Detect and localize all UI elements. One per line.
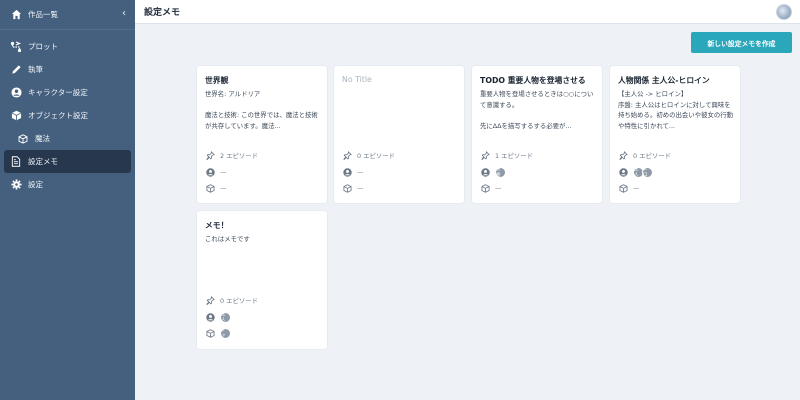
episode-row: 0 エピソード xyxy=(343,150,395,160)
character-chip[interactable]: 主人 xyxy=(220,311,231,323)
episode-row: 0 エピソード xyxy=(619,150,671,160)
gear-icon xyxy=(10,179,22,191)
cube-outline-icon xyxy=(206,183,215,193)
object-row: — xyxy=(343,183,363,193)
home-icon xyxy=(10,9,22,21)
object-row: ファ xyxy=(206,327,232,339)
character-chip[interactable]: 重要 xyxy=(495,166,506,178)
character-chip[interactable]: ヒロ xyxy=(642,166,653,178)
episode-row: 0 エピソード xyxy=(206,295,258,305)
chevron-left-icon[interactable]: ‹ xyxy=(122,8,126,19)
user-circle-icon xyxy=(343,167,352,177)
user-circle-icon xyxy=(206,312,215,322)
top-bar: 設定メモ xyxy=(135,0,800,24)
memo-card[interactable]: 世界観 世界名: アルドリア 魔法と技術: この世界では、魔法と技術が共存してい… xyxy=(197,66,327,203)
sidebar-item-label: キャラクター設定 xyxy=(28,88,88,97)
sidebar-item-label: オブジェクト設定 xyxy=(28,111,88,120)
character-list: — xyxy=(220,168,227,176)
sidebar-item-label: 執筆 xyxy=(28,65,43,74)
memo-title: 人物関係 主人公-ヒロイン xyxy=(618,76,710,85)
memo-title: メモ！ xyxy=(205,221,229,230)
pin-icon xyxy=(206,295,215,305)
episode-count: 2 エピソード xyxy=(220,151,259,160)
cube-outline-icon xyxy=(206,328,215,338)
memo-card[interactable]: No Title 0 エピソード — — xyxy=(334,66,464,203)
object-chip[interactable]: ファ xyxy=(220,327,231,339)
episode-row: 2 エピソード xyxy=(206,150,258,160)
episode-count: 0 エピソード xyxy=(220,296,259,305)
episode-count: 1 エピソード xyxy=(495,151,534,160)
sidebar-item-objects[interactable]: オブジェクト設定 xyxy=(0,104,135,127)
sidebar-item-label: プロット xyxy=(28,42,58,51)
pencil-icon xyxy=(10,64,22,76)
cube-outline-icon xyxy=(481,183,490,193)
document-icon xyxy=(10,156,22,168)
memo-card[interactable]: TODO 重要人物を登場させる 重要人物を登場させるときは○○について意識する。… xyxy=(472,66,602,203)
episode-count: 0 エピソード xyxy=(633,151,672,160)
object-list: — xyxy=(633,184,640,192)
sidebar-item-label: 設定 xyxy=(28,180,43,189)
character-list: — xyxy=(357,168,364,176)
memo-title: 世界観 xyxy=(205,76,229,85)
cube-outline-icon xyxy=(343,183,352,193)
object-row: — xyxy=(619,183,639,193)
object-list: — xyxy=(220,184,227,192)
new-memo-button[interactable]: 新しい設定メモを作成 xyxy=(691,32,792,53)
cube-outline-icon xyxy=(17,133,29,145)
object-row: — xyxy=(481,183,501,193)
user-circle-icon xyxy=(10,87,22,99)
memo-card[interactable]: メモ！ これはメモです 0 エピソード 主人 ファ xyxy=(197,211,327,349)
pin-icon xyxy=(206,150,215,160)
sidebar-item-memos[interactable]: 設定メモ xyxy=(4,150,131,173)
sidebar-item-magic[interactable]: 魔法 xyxy=(0,127,135,150)
sidebar-item-label: 魔法 xyxy=(35,134,50,143)
avatar[interactable] xyxy=(776,4,792,20)
pin-icon xyxy=(481,150,490,160)
episode-count: 0 エピソード xyxy=(357,151,396,160)
memo-body: 世界名: アルドリア 魔法と技術: この世界では、魔法と技術が共存しています。魔… xyxy=(205,90,318,130)
memo-body: これはメモです xyxy=(205,235,250,243)
pin-icon xyxy=(619,150,628,160)
character-row: 主人 ヒロ xyxy=(619,166,654,178)
memo-card[interactable]: 人物関係 主人公-ヒロイン 【主人公 -> ヒロイン】 序盤: 主人公はヒロイン… xyxy=(610,66,740,203)
sidebar-item-label: 作品一覧 xyxy=(28,10,58,19)
sidebar: 作品一覧 ‹ プロット 執筆 キャラクター設定 オブジェクト設定 魔法 設定メモ… xyxy=(0,0,135,400)
cube-outline-icon xyxy=(619,183,628,193)
user-circle-icon xyxy=(619,167,628,177)
user-circle-icon xyxy=(481,167,490,177)
character-row: 主人 xyxy=(206,311,232,323)
sidebar-item-label: 設定メモ xyxy=(28,157,58,166)
memo-title: No Title xyxy=(342,75,372,84)
sidebar-item-plot[interactable]: プロット xyxy=(0,35,135,58)
memo-body: 重要人物を登場させるときは○○について意識する。 先にΔΔを描写するする必要が.… xyxy=(480,90,594,130)
memo-body: 【主人公 -> ヒロイン】 序盤: 主人公はヒロインに対して興味を持ち始める。初… xyxy=(618,90,734,130)
user-circle-icon xyxy=(206,167,215,177)
page-title: 設定メモ xyxy=(144,8,181,18)
character-row: — xyxy=(343,167,363,177)
cube-icon xyxy=(10,110,22,122)
pin-icon xyxy=(343,150,352,160)
character-row: 重要 xyxy=(481,166,507,178)
route-icon xyxy=(10,40,22,53)
object-row: — xyxy=(206,183,226,193)
sidebar-item-writing[interactable]: 執筆 xyxy=(0,58,135,81)
memo-title: TODO 重要人物を登場させる xyxy=(480,76,586,85)
sidebar-item-works[interactable]: 作品一覧 ‹ xyxy=(0,0,135,30)
episode-row: 1 エピソード xyxy=(481,150,533,160)
object-list: — xyxy=(495,184,502,192)
sidebar-item-settings[interactable]: 設定 xyxy=(0,173,135,196)
object-list: — xyxy=(357,184,364,192)
sidebar-item-characters[interactable]: キャラクター設定 xyxy=(0,81,135,104)
character-row: — xyxy=(206,167,226,177)
